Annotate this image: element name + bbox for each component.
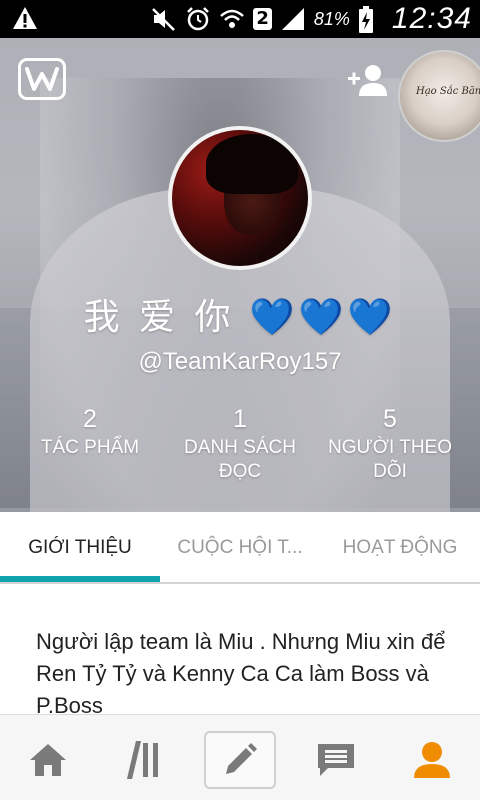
nav-home-button[interactable] bbox=[12, 731, 84, 789]
stat-reading-lists[interactable]: 1 DANH SÁCH ĐỌC bbox=[160, 404, 320, 484]
library-icon bbox=[126, 741, 158, 779]
signal-icon bbox=[280, 6, 306, 32]
username: @TeamKarRoy157 bbox=[138, 348, 342, 375]
nav-library-button[interactable] bbox=[108, 731, 180, 789]
wifi-icon bbox=[219, 6, 245, 32]
stat-label: TÁC PHẨM bbox=[40, 437, 140, 458]
nav-messages-button[interactable] bbox=[300, 731, 372, 789]
nav-profile-button[interactable] bbox=[396, 731, 468, 789]
story-avatar-thumbnail[interactable]: Hạo Sắc Băng bbox=[398, 50, 480, 142]
messages-icon bbox=[318, 744, 354, 776]
add-person-icon bbox=[348, 65, 387, 96]
clock: 12:34 bbox=[391, 2, 472, 35]
stat-value: 5 bbox=[383, 405, 397, 433]
home-icon bbox=[30, 744, 66, 776]
tab-about[interactable]: GIỚI THIỆU bbox=[0, 512, 160, 584]
alarm-icon bbox=[185, 6, 211, 32]
mute-icon bbox=[151, 6, 177, 32]
thumbnail-caption: Hạo Sắc Băng bbox=[416, 86, 480, 97]
battery-charging-icon bbox=[358, 6, 384, 33]
write-icon bbox=[226, 743, 257, 774]
stat-value: 1 bbox=[233, 405, 247, 433]
nav-write-button[interactable] bbox=[204, 731, 276, 789]
stat-label: NGƯỜI THEO DÕI bbox=[327, 437, 452, 482]
wattpad-logo-button[interactable] bbox=[18, 58, 66, 100]
profile-avatar[interactable] bbox=[168, 126, 312, 270]
stat-label: DANH SÁCH ĐỌC bbox=[184, 437, 296, 482]
profile-icon bbox=[414, 742, 450, 778]
wattpad-w-icon bbox=[25, 67, 59, 91]
stat-value: 2 bbox=[83, 405, 97, 433]
about-section: Người lập team là Miu . Nhưng Miu xin để… bbox=[0, 596, 480, 714]
active-tab-indicator bbox=[0, 576, 160, 582]
bottom-navigation bbox=[0, 714, 480, 800]
warning-icon bbox=[12, 6, 38, 35]
profile-tabs: GIỚI THIỆU CUỘC HỘI T... HOẠT ĐỘNG bbox=[0, 512, 480, 584]
tab-activity[interactable]: HOẠT ĐỘNG bbox=[320, 512, 480, 584]
sim-slot-badge: 2 bbox=[253, 8, 272, 30]
stat-followers[interactable]: 5 NGƯỜI THEO DÕI bbox=[310, 404, 470, 484]
follow-user-button[interactable] bbox=[346, 62, 390, 98]
about-text: Người lập team là Miu . Nhưng Miu xin để… bbox=[36, 629, 446, 714]
display-name: 我 爱 你 💙💙💙 bbox=[83, 297, 397, 338]
status-bar: 2 81% 12:34 bbox=[0, 0, 480, 38]
stat-works[interactable]: 2 TÁC PHẨM bbox=[10, 404, 170, 460]
tab-conversations[interactable]: CUỘC HỘI T... bbox=[160, 512, 320, 584]
battery-percent: 81% bbox=[313, 8, 350, 29]
